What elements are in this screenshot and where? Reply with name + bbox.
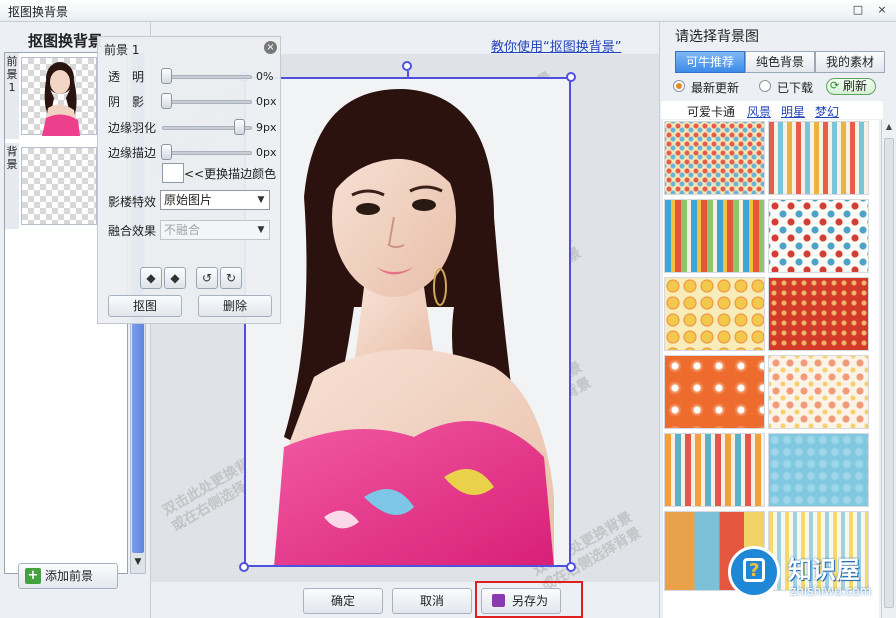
ok-button[interactable]: 确定 — [303, 588, 383, 614]
rotate-handle[interactable] — [402, 61, 412, 71]
background-thumbnail[interactable] — [664, 277, 765, 351]
cancel-button[interactable]: 取消 — [392, 588, 472, 614]
add-foreground-button[interactable]: + 添加前景 — [18, 563, 118, 589]
site-watermark: ? 知识屋 zhishiwu.com — [720, 540, 896, 618]
add-foreground-label: 添加前景 — [45, 569, 94, 583]
stroke-slider-knob[interactable] — [161, 144, 172, 160]
stroke-color-swatch[interactable] — [162, 163, 184, 183]
scroll-down-icon[interactable]: ▼ — [132, 557, 144, 571]
blend-selected-value: 不融合 — [164, 223, 201, 237]
shadow-label: 阴 影 — [108, 95, 145, 109]
shadow-slider[interactable] — [162, 100, 252, 104]
blend-select: 不融合 ▼ — [160, 220, 270, 240]
rotate-handle-stem — [407, 71, 409, 78]
refresh-button[interactable]: ⟳ 刷新 — [826, 78, 876, 95]
layer-tab-label: 前景1 — [6, 55, 18, 94]
stroke-slider[interactable] — [162, 151, 252, 155]
brand-url: zhishiwu.com — [790, 584, 872, 598]
effect-label: 影楼特效 — [108, 195, 157, 209]
opacity-value: 0% — [256, 70, 274, 83]
shadow-slider-knob[interactable] — [161, 93, 172, 109]
chevron-down-icon: ▼ — [257, 195, 265, 205]
feather-value: 9px — [256, 121, 277, 134]
blend-label: 融合效果 — [108, 224, 157, 238]
opacity-slider-knob[interactable] — [161, 68, 172, 84]
restore-icon[interactable]: □ — [850, 2, 866, 18]
stroke-value: 0px — [256, 146, 277, 159]
flip-horizontal-icon[interactable]: ◆ — [140, 267, 162, 289]
panel-title: 前景 1 — [104, 43, 140, 57]
category-celebrity[interactable]: 明星 — [781, 103, 805, 120]
layer-tab-foreground[interactable]: 前景1 — [5, 53, 19, 139]
brand-name: 知识屋 — [788, 556, 860, 584]
layer-tab-label: 背景 — [6, 145, 18, 171]
effect-selected-value: 原始图片 — [164, 193, 213, 207]
background-thumbnail[interactable] — [21, 147, 97, 225]
resize-handle-bottom-left[interactable] — [239, 562, 249, 572]
latest-radio[interactable] — [673, 80, 685, 92]
feather-slider-knob[interactable] — [234, 119, 245, 135]
tab-solid-color[interactable]: 纯色背景 — [745, 51, 815, 73]
resize-handle-bottom-right[interactable] — [566, 562, 576, 572]
flip-vertical-icon[interactable]: ◆ — [164, 267, 186, 289]
scroll-up-icon[interactable]: ▲ — [883, 122, 895, 134]
rotate-left-icon[interactable]: ↺ — [196, 267, 218, 289]
chevron-down-icon: ▼ — [257, 225, 265, 235]
stroke-label: 边缘描边 — [108, 146, 157, 160]
category-cartoon[interactable]: 可爱卡通 — [687, 103, 735, 120]
panel-heading: 抠图换背景 — [28, 32, 104, 50]
rotate-right-icon[interactable]: ↻ — [220, 267, 242, 289]
scrollbar-thumb[interactable] — [884, 138, 894, 608]
help-link[interactable]: 教你使用“抠图换背景” — [491, 36, 621, 55]
background-picker: 请选择背景图 可牛推荐 纯色背景 我的素材 最新更新 已下载 ⟳ 刷新 可爱卡通… — [661, 22, 896, 618]
close-icon[interactable]: × — [874, 2, 890, 18]
background-thumbnail[interactable] — [664, 199, 765, 273]
picker-heading: 请选择背景图 — [675, 29, 759, 45]
background-thumbnail[interactable] — [768, 121, 869, 195]
latest-label[interactable]: 最新更新 — [691, 79, 739, 96]
downloaded-label[interactable]: 已下载 — [777, 79, 813, 96]
refresh-label: 刷新 — [843, 79, 868, 93]
opacity-label: 透 明 — [108, 70, 145, 84]
change-stroke-color-link[interactable]: <<更换描边颜色 — [184, 165, 276, 182]
highlight-box — [475, 581, 583, 618]
foreground-settings-panel: 前景 1 × 透 明 0% 阴 影 0px 边缘羽化 9px 边缘描边 0px … — [97, 36, 281, 324]
refresh-icon: ⟳ — [830, 79, 840, 92]
background-thumbnail[interactable] — [664, 121, 765, 195]
background-thumbnail[interactable] — [768, 277, 869, 351]
downloaded-radio[interactable] — [759, 80, 771, 92]
opacity-slider[interactable] — [162, 75, 252, 79]
close-panel-icon[interactable]: × — [264, 41, 277, 54]
cutout-button[interactable]: 抠图 — [108, 295, 182, 317]
background-thumbnail[interactable] — [768, 433, 869, 507]
background-thumbnail[interactable] — [664, 355, 765, 429]
shadow-value: 0px — [256, 95, 277, 108]
tab-recommended[interactable]: 可牛推荐 — [675, 51, 745, 73]
background-thumbnail[interactable] — [768, 355, 869, 429]
category-scenery[interactable]: 风景 — [747, 103, 771, 120]
layer-tab-background[interactable]: 背景 — [5, 143, 19, 229]
delete-button[interactable]: 删除 — [198, 295, 272, 317]
title-bar: 抠图换背景 □ × — [0, 0, 896, 22]
category-row: 可爱卡通 风景 明星 梦幻 — [661, 101, 883, 119]
foreground-thumbnail[interactable] — [21, 57, 97, 136]
resize-handle-top-right[interactable] — [566, 72, 576, 82]
selection-box[interactable] — [244, 77, 571, 567]
effect-select[interactable]: 原始图片 ▼ — [160, 190, 270, 210]
feather-label: 边缘羽化 — [108, 121, 157, 135]
background-thumbnail[interactable] — [664, 433, 765, 507]
brand-logo-icon: ? — [728, 546, 780, 598]
add-icon: + — [25, 568, 41, 584]
tab-my-materials[interactable]: 我的素材 — [815, 51, 885, 73]
window-title: 抠图换背景 — [8, 5, 69, 19]
category-fantasy[interactable]: 梦幻 — [815, 103, 839, 120]
background-thumbnail[interactable] — [768, 199, 869, 273]
